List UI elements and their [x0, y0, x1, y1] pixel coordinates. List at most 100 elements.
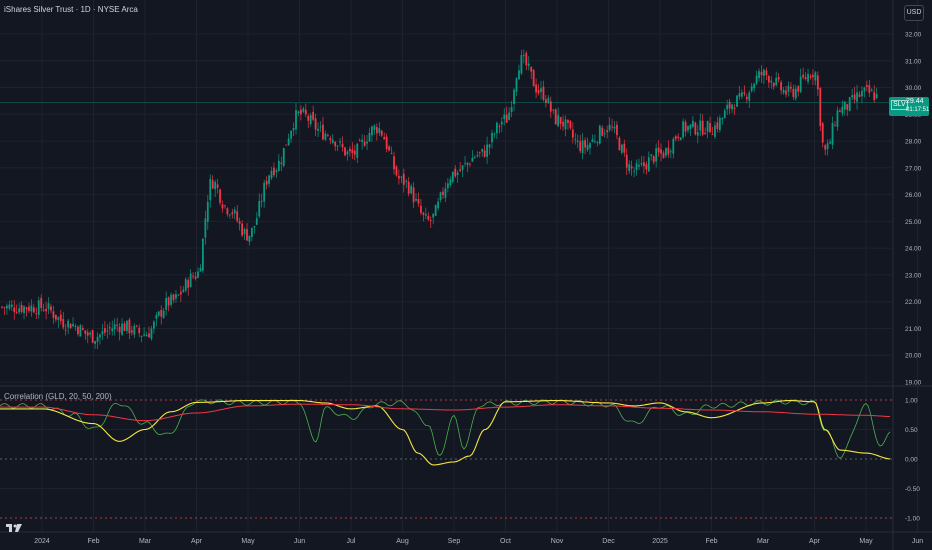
- candle: [300, 105, 302, 121]
- candle: [251, 227, 253, 241]
- candle-body: [875, 94, 878, 99]
- candle: [603, 129, 606, 138]
- candle-body: [655, 148, 658, 162]
- candle: [398, 169, 400, 185]
- candle: [723, 108, 726, 119]
- candle: [307, 113, 310, 129]
- candle: [373, 124, 376, 135]
- candle-body: [104, 328, 106, 333]
- candle-body: [839, 110, 841, 112]
- x-tick-label: Mar: [139, 538, 152, 545]
- candle-body: [55, 314, 57, 320]
- currency-button[interactable]: USD: [904, 5, 924, 21]
- candle-body: [258, 201, 261, 217]
- x-tick-label: Apr: [191, 538, 203, 545]
- candle-body: [635, 163, 638, 170]
- candle-body: [133, 325, 136, 335]
- candle: [216, 178, 219, 194]
- candle-body: [701, 120, 704, 135]
- candle: [238, 217, 241, 231]
- candle-body: [706, 120, 709, 132]
- candle: [812, 69, 814, 86]
- candle-body: [525, 52, 528, 66]
- candle: [353, 144, 356, 161]
- candle-body: [378, 128, 381, 134]
- candle: [706, 120, 709, 139]
- candle: [532, 69, 535, 87]
- candle-body: [684, 121, 687, 132]
- candle-body: [177, 294, 180, 296]
- candle: [447, 177, 449, 193]
- candle: [606, 125, 609, 139]
- candle-body: [616, 124, 618, 136]
- candle: [701, 114, 704, 137]
- candle-body: [170, 294, 172, 305]
- candle-body: [192, 275, 194, 277]
- candle-body: [417, 198, 420, 204]
- candle-body: [434, 205, 437, 216]
- candle-body: [520, 55, 523, 74]
- candle: [106, 324, 109, 339]
- candle-body: [47, 303, 50, 309]
- candle: [437, 197, 439, 211]
- candle: [410, 183, 413, 195]
- candle: [368, 127, 371, 143]
- candle: [50, 303, 52, 314]
- candle: [503, 108, 506, 126]
- candle: [861, 86, 863, 104]
- candle: [772, 82, 775, 90]
- candle: [47, 297, 50, 315]
- candle: [23, 305, 25, 320]
- candle-body: [552, 109, 555, 111]
- candle-body: [128, 319, 131, 334]
- candle: [792, 84, 795, 100]
- candle-body: [718, 117, 721, 131]
- x-tick-label: Feb: [705, 538, 717, 545]
- candle-body: [270, 170, 273, 179]
- candle: [669, 148, 672, 159]
- candle: [623, 139, 626, 157]
- candle: [787, 81, 790, 97]
- candle: [366, 135, 368, 150]
- candle: [750, 82, 753, 93]
- candle-body: [18, 308, 21, 313]
- symbol-title[interactable]: iShares Silver Trust · 1D · NYSE Arca: [4, 5, 138, 14]
- candle-body: [395, 166, 398, 176]
- candle: [449, 176, 452, 188]
- candle-body: [537, 89, 540, 94]
- candle-body: [689, 124, 692, 129]
- candle: [96, 332, 99, 350]
- candle: [831, 116, 834, 150]
- candle-body: [819, 87, 822, 127]
- candle: [797, 85, 800, 97]
- candle-body: [309, 115, 312, 125]
- candle-body: [30, 305, 33, 312]
- candle: [498, 123, 501, 134]
- indicator-title[interactable]: Correlation (GLD, 20, 50, 200): [4, 392, 112, 401]
- candle-body: [50, 306, 52, 311]
- candle-body: [677, 136, 680, 139]
- candle: [687, 125, 689, 134]
- candle-body: [498, 126, 501, 127]
- candle: [170, 292, 172, 308]
- candle-body: [319, 126, 322, 128]
- candle-body: [52, 311, 55, 318]
- x-tick-label: Aug: [396, 538, 409, 545]
- tradingview-logo-icon[interactable]: [6, 523, 22, 533]
- candle: [184, 277, 187, 293]
- candle: [655, 143, 658, 168]
- candle-body: [344, 147, 346, 156]
- candle: [821, 121, 824, 148]
- candle: [206, 195, 209, 230]
- candle: [456, 170, 459, 183]
- candle-body: [206, 201, 209, 222]
- chart-canvas[interactable]: 2024 Feb Mar Apr May Jun Jul Aug Sep Oct Nov Dec 202…: [0, 0, 932, 550]
- candle-body: [469, 163, 471, 165]
- candle: [699, 113, 702, 137]
- candle-body: [412, 187, 415, 203]
- candle-body: [287, 138, 290, 146]
- candle: [875, 87, 878, 100]
- candle: [324, 130, 327, 141]
- indicator-y-tick-label: 0.00: [905, 457, 918, 464]
- candle: [6, 303, 8, 315]
